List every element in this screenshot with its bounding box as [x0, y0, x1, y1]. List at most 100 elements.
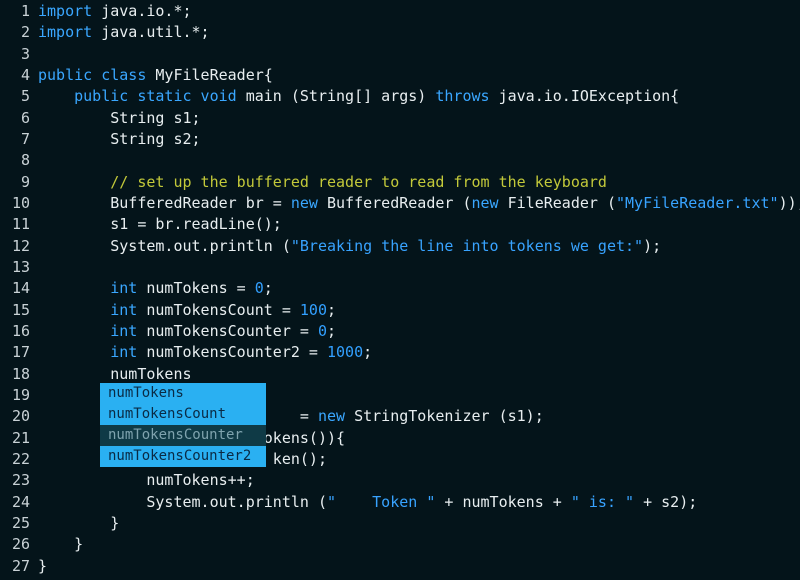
- code-text[interactable]: BufferedReader br = new BufferedReader (…: [38, 193, 800, 214]
- code-text[interactable]: String s1;: [38, 108, 201, 129]
- autocomplete-item[interactable]: numTokens: [100, 383, 266, 404]
- code-text[interactable]: // set up the buffered reader to read fr…: [38, 172, 607, 193]
- code-token: numTokens: [38, 364, 192, 383]
- code-token: String s2;: [38, 129, 201, 148]
- code-token: int: [110, 300, 138, 319]
- code-token: new: [471, 193, 499, 212]
- code-text[interactable]: numTokens: [38, 364, 192, 385]
- code-text[interactable]: }: [38, 556, 47, 577]
- code-token: numTokens =: [137, 279, 255, 298]
- code-token: 100: [299, 300, 327, 319]
- line-number: 3: [20, 44, 30, 63]
- code-token: s1 = br.readLine();: [38, 215, 282, 234]
- code-text[interactable]: int numTokensCounter2 = 1000;: [38, 342, 372, 363]
- code-text[interactable]: int numTokens = 0;: [38, 278, 273, 299]
- code-text[interactable]: public class MyFileReader{: [38, 65, 273, 86]
- code-token: 0: [254, 279, 264, 298]
- code-token: int: [110, 279, 138, 298]
- line-number: 19: [11, 385, 30, 404]
- autocomplete-item[interactable]: numTokensCounter: [100, 425, 266, 446]
- line-number: 4: [20, 65, 30, 84]
- code-text[interactable]: import java.io.*;: [38, 1, 192, 22]
- code-token: System.out.println (: [38, 236, 291, 255]
- line-number: 20: [11, 407, 30, 426]
- line-number: 25: [11, 513, 30, 532]
- line-number: 14: [11, 279, 30, 298]
- code-token: java.io.IOException{: [489, 87, 680, 106]
- code-text[interactable]: numTokens++;: [38, 470, 255, 491]
- code-token: ;: [327, 300, 337, 319]
- code-text[interactable]: System.out.println (" Token " + numToken…: [38, 492, 697, 513]
- code-text[interactable]: public static void main (String[] args) …: [38, 86, 679, 107]
- code-token: public static void: [74, 87, 237, 106]
- line-number: 23: [11, 471, 30, 490]
- code-token: int: [110, 343, 138, 362]
- code-token: FileReader (: [498, 193, 616, 212]
- code-token: "Breaking the line into tokens we get:": [290, 236, 644, 255]
- code-token: );: [643, 236, 662, 255]
- code-token: + numTokens +: [435, 492, 571, 511]
- line-number: 21: [11, 428, 30, 447]
- code-token: numTokens++;: [38, 471, 255, 490]
- code-token: java.util.*;: [92, 23, 210, 42]
- code-text[interactable]: }: [38, 534, 83, 555]
- code-token: new: [317, 407, 346, 426]
- code-text[interactable]: String s2;: [38, 129, 201, 150]
- code-token: " Token ": [326, 492, 436, 511]
- code-text[interactable]: }: [38, 513, 119, 534]
- code-token: import: [38, 2, 93, 20]
- code-token: }: [38, 556, 48, 575]
- code-text[interactable]: int numTokensCount = 100;: [38, 300, 336, 321]
- code-token: throws: [435, 87, 490, 106]
- autocomplete-item[interactable]: numTokensCount: [100, 404, 266, 425]
- code-token: " is: ": [570, 492, 635, 511]
- code-token: BufferedReader (: [317, 193, 472, 212]
- code-token: }: [38, 513, 120, 532]
- line-number: 15: [11, 300, 30, 319]
- line-number: 2: [20, 23, 30, 42]
- code-token: // set up the buffered reader to read fr…: [110, 172, 607, 191]
- code-token: public class: [38, 65, 147, 84]
- code-token: numTokensCount =: [137, 300, 300, 319]
- code-token: + s2);: [634, 492, 698, 511]
- line-number: 9: [20, 172, 30, 191]
- autocomplete-item[interactable]: numTokensCounter2: [100, 446, 266, 467]
- line-number: 24: [11, 492, 30, 511]
- code-text[interactable]: import java.util.*;: [38, 22, 210, 43]
- autocomplete-popup[interactable]: numTokens numTokensCount numTokensCounter n…: [100, 383, 266, 467]
- code-token: import: [38, 23, 93, 42]
- code-token: System.out.println (: [38, 492, 327, 511]
- line-number: 17: [11, 343, 30, 362]
- code-text[interactable]: int numTokensCounter = 0;: [38, 321, 336, 342]
- line-number: 13: [11, 257, 30, 276]
- code-token: java.io.*;: [92, 2, 192, 20]
- line-number: 10: [11, 193, 30, 212]
- line-number: 7: [20, 129, 30, 148]
- code-token: ;: [363, 343, 373, 362]
- line-number: 22: [11, 449, 30, 468]
- line-number: 26: [11, 535, 30, 554]
- code-token: int: [110, 321, 138, 340]
- code-token: 1000: [327, 343, 364, 362]
- code-token: String s1;: [38, 108, 201, 127]
- code-editor[interactable]: 1 import java.io.*; 2 import java.util.*; 3 4…: [0, 0, 800, 580]
- line-number: 11: [11, 215, 30, 234]
- line-number: 1: [20, 2, 30, 20]
- code-token: ;: [263, 279, 273, 298]
- code-token: StringTokenizer (s1);: [345, 407, 544, 426]
- code-text[interactable]: s1 = br.readLine();: [38, 214, 282, 235]
- line-number: 5: [20, 87, 30, 106]
- line-number: 16: [11, 321, 30, 340]
- code-text[interactable]: System.out.println ("Breaking the line i…: [38, 236, 661, 257]
- line-number: 12: [11, 236, 30, 255]
- line-number: 27: [11, 556, 30, 575]
- code-token: MyFileReader{: [146, 65, 273, 84]
- line-number: 18: [11, 364, 30, 383]
- code-token: "MyFileReader.txt": [616, 193, 779, 212]
